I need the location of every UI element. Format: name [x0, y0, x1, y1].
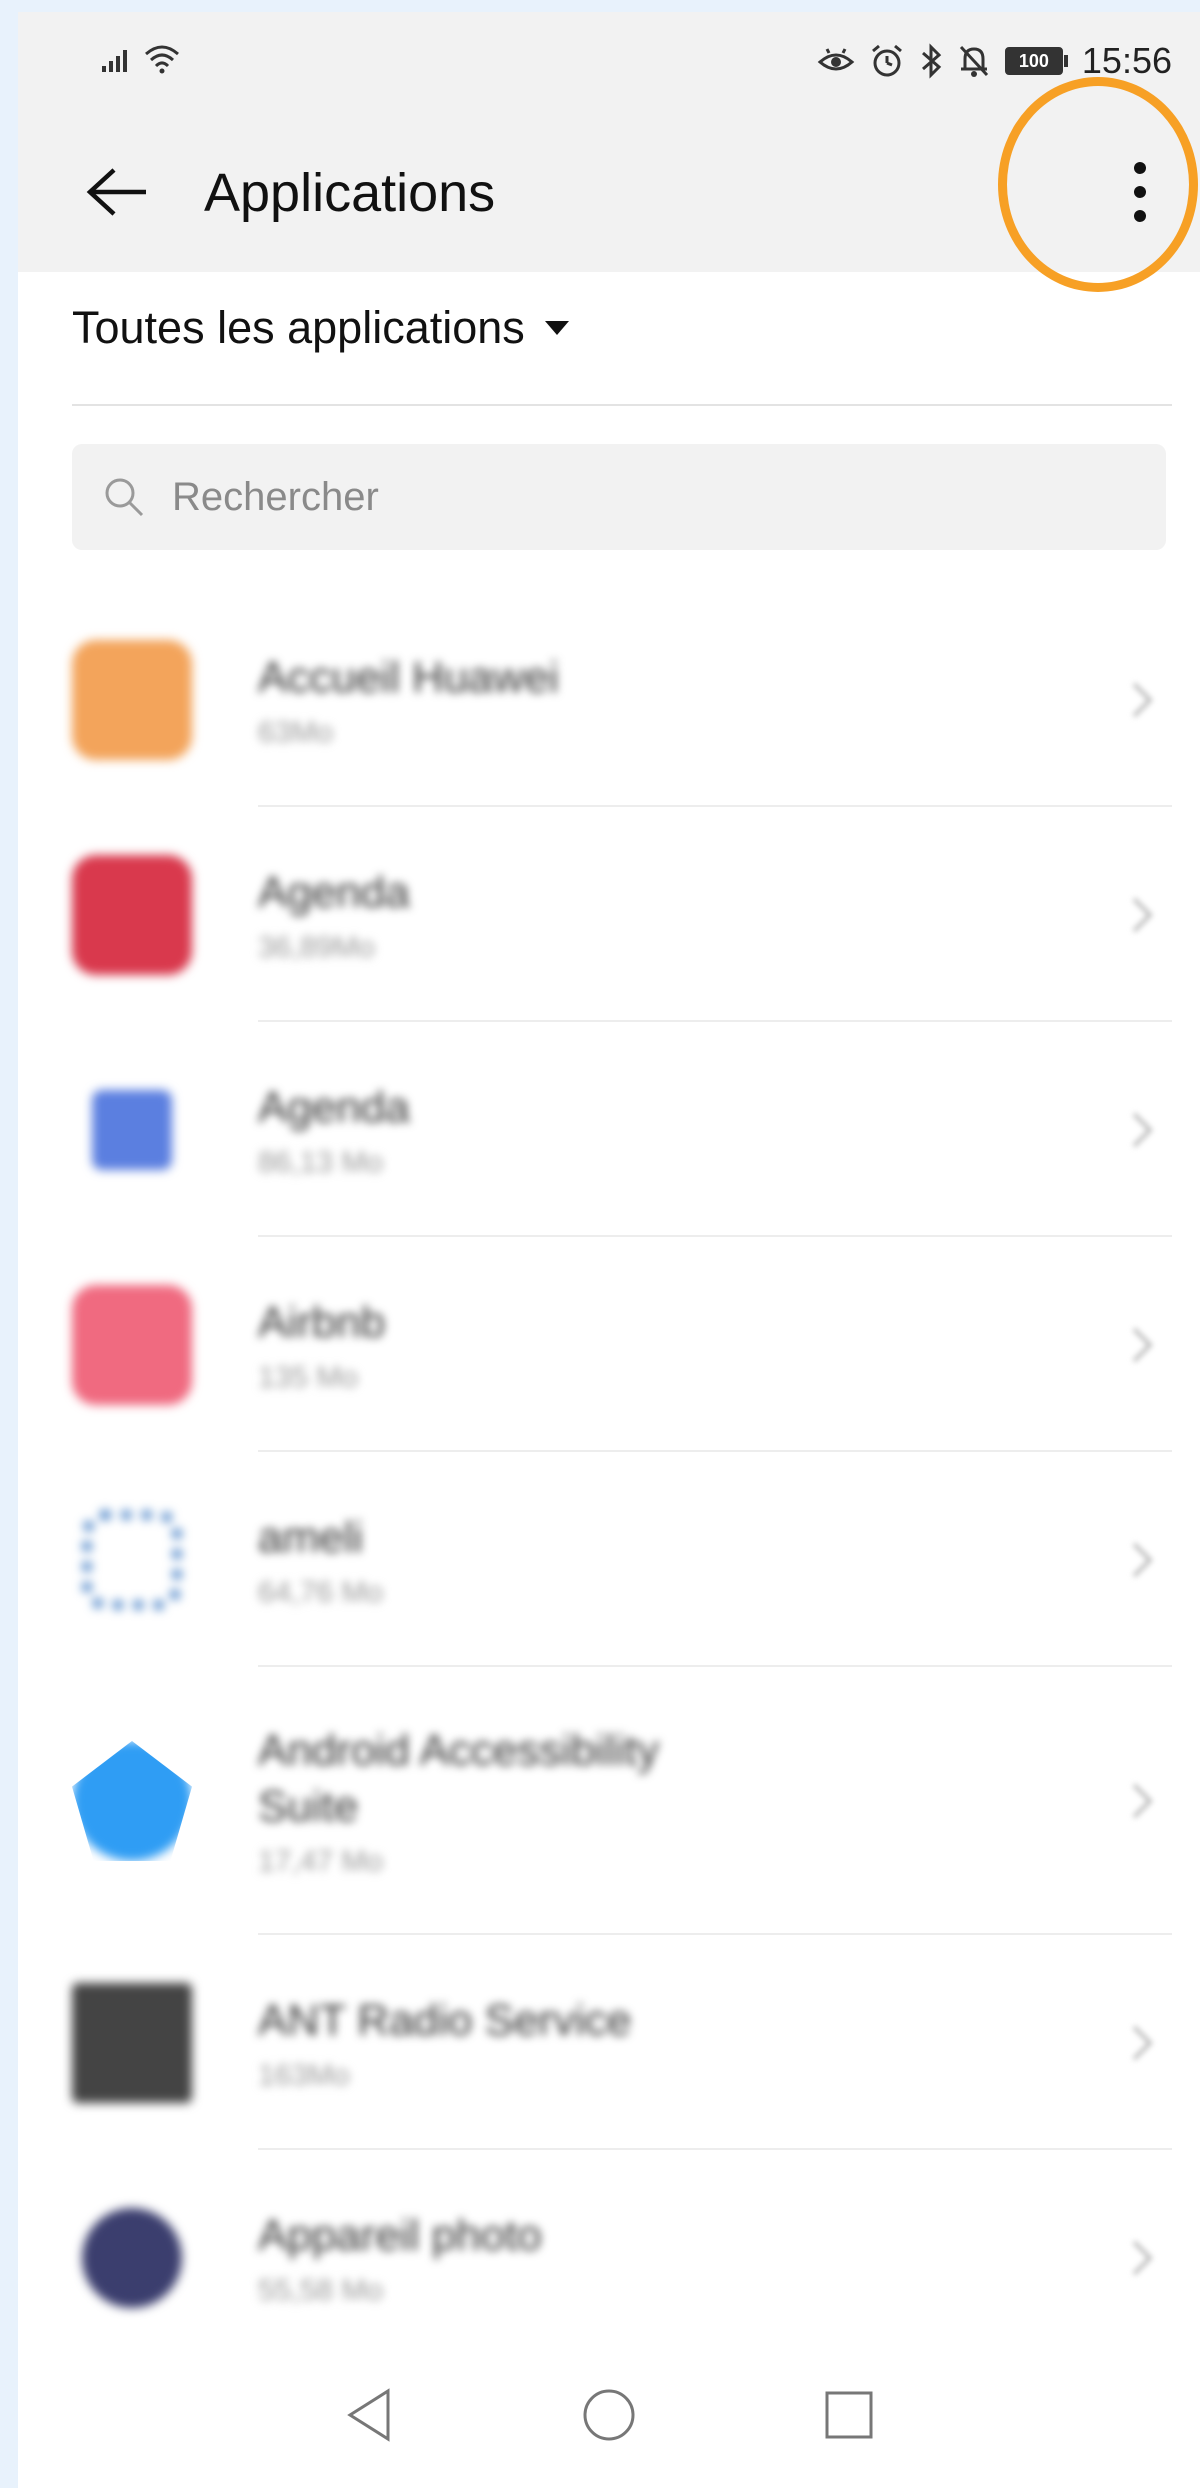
- app-icon: [72, 1284, 192, 1405]
- app-size: 36,89Mo: [258, 930, 375, 964]
- app-text: Appareil photo 55,58 Mo: [258, 2208, 542, 2308]
- app-name: Airbnb: [258, 1297, 386, 1347]
- status-bar: 100 15:56: [18, 12, 1200, 112]
- chevron-right-icon: [1132, 2240, 1153, 2275]
- app-icon: [72, 1982, 192, 2103]
- app-name: Android Accessibility Suite: [258, 1726, 660, 1831]
- signal-icon: [102, 50, 127, 72]
- more-options-button[interactable]: [1114, 152, 1166, 232]
- chevron-right-icon: [1132, 682, 1153, 717]
- more-vert-icon: [1134, 162, 1146, 222]
- app-icon: [82, 1509, 182, 1610]
- divider: [72, 404, 1172, 406]
- circle-home-icon: [583, 2389, 635, 2441]
- app-name: ANT Radio Service: [258, 1995, 632, 2045]
- app-list-item[interactable]: ameli 64,76 Mo: [18, 1452, 1200, 1667]
- app-list: Accueil Huawei 63Mo Agenda 36,89Mo Agend…: [18, 592, 1200, 2365]
- app-list-item[interactable]: ANT Radio Service 163Mo: [18, 1935, 1200, 2150]
- search-icon: [102, 475, 146, 519]
- alarm-icon: [871, 44, 902, 77]
- app-list-item[interactable]: Android Accessibility Suite 17,47 Mo: [18, 1667, 1200, 1935]
- app-icon: [72, 1741, 192, 1861]
- app-list-item[interactable]: Accueil Huawei 63Mo: [18, 592, 1200, 807]
- triangle-back-icon: [347, 2388, 390, 2442]
- app-text: Airbnb 135 Mo: [258, 1295, 385, 1395]
- app-filter-dropdown[interactable]: Toutes les applications: [72, 302, 569, 354]
- app-list-item[interactable]: Agenda 86,13 Mo: [18, 1022, 1200, 1237]
- chevron-right-icon: [1132, 1112, 1153, 1147]
- notifications-off-icon: [959, 45, 989, 77]
- app-list-item[interactable]: Appareil photo 55,58 Mo: [18, 2150, 1200, 2365]
- chevron-right-icon: [1132, 897, 1153, 932]
- app-icon: [92, 1089, 172, 1170]
- app-name: Agenda: [258, 867, 410, 917]
- app-text: ameli 64,76 Mo: [258, 1510, 383, 1610]
- system-nav-bar: [18, 2342, 1200, 2488]
- battery-level: 100: [1004, 47, 1063, 75]
- eye-comfort-icon: [817, 48, 855, 71]
- app-text: Agenda 86,13 Mo: [258, 1080, 410, 1180]
- status-left: [100, 42, 182, 74]
- back-button[interactable]: [78, 152, 158, 232]
- app-text: ANT Radio Service 163Mo: [258, 1993, 631, 2093]
- app-text: Accueil Huawei 63Mo: [258, 650, 559, 750]
- app-icon: [72, 639, 192, 760]
- app-size: 64,76 Mo: [258, 1575, 384, 1609]
- status-right: 100 15:56: [817, 40, 1172, 82]
- app-size: 17,47 Mo: [258, 1845, 384, 1878]
- app-icon: [82, 2207, 182, 2308]
- phone-screen: 100 15:56 Applications Toutes les applic…: [18, 12, 1200, 2488]
- app-size: 163Mo: [258, 2058, 350, 2092]
- app-size: 135 Mo: [258, 1360, 359, 1394]
- app-name: Accueil Huawei: [258, 652, 559, 702]
- chevron-right-icon: [1132, 2025, 1153, 2060]
- app-bar: Applications: [18, 112, 1200, 272]
- app-size: 86,13 Mo: [258, 1145, 384, 1179]
- nav-home-button[interactable]: [569, 2375, 649, 2455]
- page-title: Applications: [204, 163, 496, 223]
- nav-recents-button[interactable]: [809, 2375, 889, 2455]
- battery-tip: [1063, 55, 1068, 67]
- app-text: Android Accessibility Suite 17,47 Mo: [258, 1723, 758, 1879]
- chevron-right-icon: [1132, 1542, 1153, 1577]
- app-name: Agenda: [258, 1082, 410, 1132]
- app-icon: [72, 854, 192, 975]
- status-time: 15:56: [1081, 40, 1172, 81]
- search-input[interactable]: [170, 473, 1074, 521]
- bluetooth-icon: [921, 43, 942, 79]
- app-name: Appareil photo: [258, 2210, 542, 2260]
- app-name: ameli: [258, 1512, 364, 1562]
- app-list-item[interactable]: Agenda 36,89Mo: [18, 807, 1200, 1022]
- app-text: Agenda 36,89Mo: [258, 865, 410, 965]
- square-recents-icon: [825, 2391, 873, 2439]
- filter-label: Toutes les applications: [72, 302, 525, 353]
- nav-back-button[interactable]: [329, 2375, 409, 2455]
- search-box[interactable]: [72, 444, 1166, 550]
- caret-down-icon: [544, 321, 569, 335]
- app-list-item[interactable]: Airbnb 135 Mo: [18, 1237, 1200, 1452]
- chevron-right-icon: [1132, 1783, 1153, 1819]
- app-size: 63Mo: [258, 715, 334, 749]
- wifi-icon: [145, 45, 179, 74]
- app-size: 55,58 Mo: [258, 2273, 384, 2307]
- back-arrow-icon: [86, 168, 146, 216]
- chevron-right-icon: [1132, 1327, 1153, 1362]
- battery-indicator: 100: [1004, 47, 1068, 75]
